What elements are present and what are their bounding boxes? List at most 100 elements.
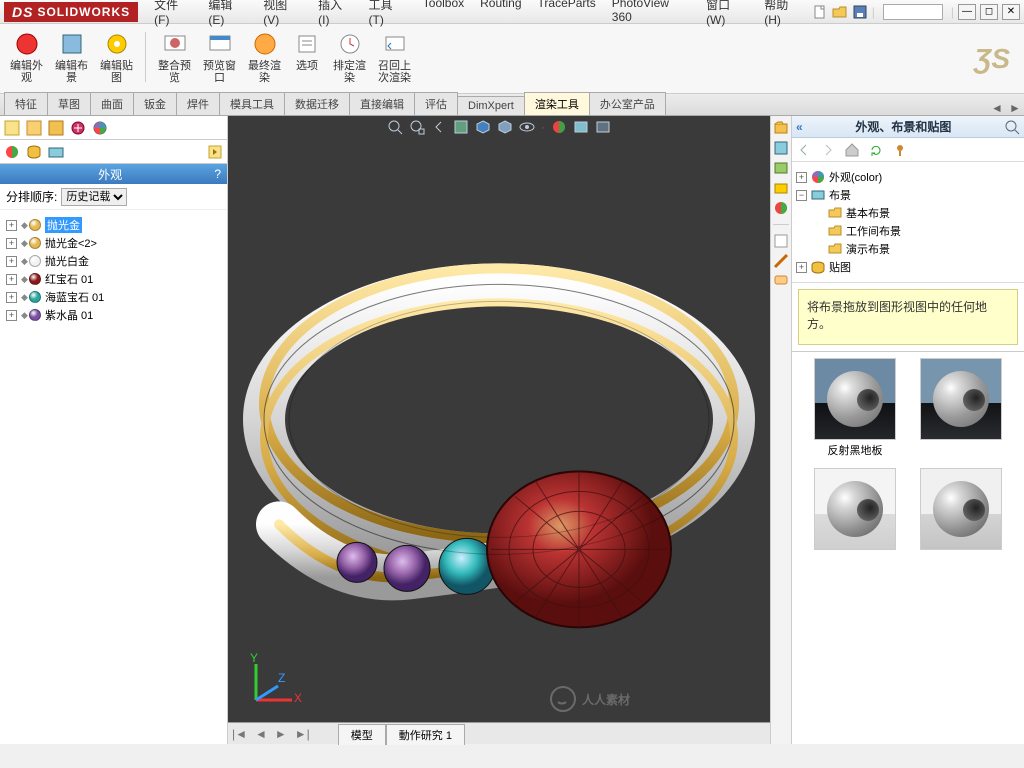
rail-appearances-icon[interactable] bbox=[773, 200, 789, 216]
expand-icon[interactable]: + bbox=[6, 256, 17, 267]
menu-help[interactable]: 帮助(H) bbox=[756, 0, 812, 29]
tab-sheetmetal[interactable]: 钣金 bbox=[133, 92, 177, 115]
view-orient-icon[interactable] bbox=[475, 119, 491, 135]
cmd-edit-scene[interactable]: 编辑布 景 bbox=[49, 28, 94, 86]
material-item[interactable]: + ◆ 抛光金 bbox=[4, 216, 223, 234]
sort-select[interactable]: 历史记载 bbox=[61, 188, 127, 206]
tab-directedit[interactable]: 直接编辑 bbox=[349, 92, 415, 115]
featuremanager-icon[interactable] bbox=[4, 120, 20, 136]
thumb-scene-2[interactable] bbox=[917, 358, 1005, 458]
rail-custom-icon[interactable] bbox=[773, 233, 789, 249]
bottom-nav-first[interactable]: |◄ bbox=[228, 727, 251, 741]
zoom-area-icon[interactable] bbox=[409, 119, 425, 135]
bottom-tab-motion[interactable]: 動作研究 1 bbox=[386, 724, 465, 745]
material-item[interactable]: + ◆ 抛光金<2> bbox=[4, 234, 223, 252]
zoom-fit-icon[interactable] bbox=[387, 119, 403, 135]
display-style-icon[interactable] bbox=[497, 119, 513, 135]
rail-fileexplorer-icon[interactable] bbox=[773, 160, 789, 176]
prev-view-icon[interactable] bbox=[431, 119, 447, 135]
rail-designlib-icon[interactable] bbox=[773, 140, 789, 156]
tab-scroll-left[interactable]: ◄ bbox=[988, 101, 1006, 115]
nav-home-icon[interactable] bbox=[844, 142, 860, 158]
help-icon[interactable]: ? bbox=[214, 167, 221, 181]
material-item[interactable]: + ◆ 抛光白金 bbox=[4, 252, 223, 270]
tab-moldtools[interactable]: 模具工具 bbox=[219, 92, 285, 115]
menu-view[interactable]: 视图(V) bbox=[255, 0, 310, 29]
expand-icon[interactable]: + bbox=[6, 292, 17, 303]
apply-scene-icon[interactable] bbox=[573, 119, 589, 135]
bottom-tab-model[interactable]: 模型 bbox=[338, 724, 386, 745]
menu-tools[interactable]: 工具(T) bbox=[361, 0, 415, 29]
material-item[interactable]: + ◆ 紫水晶 01 bbox=[4, 306, 223, 324]
taskpane-collapse-icon[interactable]: « bbox=[796, 120, 803, 134]
tree-scene-basic[interactable]: 基本布景 bbox=[828, 204, 1020, 222]
cmd-options[interactable]: 选项 bbox=[287, 28, 327, 74]
tree-scene-studio[interactable]: 工作间布景 bbox=[828, 222, 1020, 240]
bottom-nav-last[interactable]: ►| bbox=[291, 727, 314, 741]
expand-icon[interactable]: + bbox=[6, 274, 17, 285]
tab-rendertools[interactable]: 渲染工具 bbox=[524, 92, 590, 115]
section-view-icon[interactable] bbox=[453, 119, 469, 135]
menu-toolbox[interactable]: Toolbox bbox=[415, 0, 472, 29]
appearance-sphere-icon[interactable] bbox=[4, 144, 20, 160]
menu-traceparts[interactable]: TraceParts bbox=[530, 0, 604, 29]
tab-datamigration[interactable]: 数据迁移 bbox=[284, 92, 350, 115]
hide-show-icon[interactable] bbox=[519, 119, 535, 135]
refresh-icon[interactable] bbox=[868, 142, 884, 158]
pin-icon[interactable] bbox=[892, 142, 908, 158]
nav-fwd-icon[interactable] bbox=[820, 142, 836, 158]
help-search-input[interactable] bbox=[883, 4, 943, 20]
tree-scene-root[interactable]: − 布景 bbox=[796, 186, 1020, 204]
menu-photoview[interactable]: PhotoView 360 bbox=[604, 0, 698, 29]
close-button[interactable]: ✕ bbox=[1002, 4, 1020, 20]
rail-resources-icon[interactable] bbox=[773, 120, 789, 136]
minimize-button[interactable]: — bbox=[958, 4, 976, 20]
configmanager-icon[interactable] bbox=[48, 120, 64, 136]
thumb-scene-4[interactable] bbox=[917, 468, 1005, 552]
tree-appearance-root[interactable]: + 外观(color) bbox=[796, 168, 1020, 186]
cmd-edit-decal[interactable]: 编辑贴 图 bbox=[94, 28, 139, 86]
nav-back-icon[interactable] bbox=[796, 142, 812, 158]
cmd-edit-appearance[interactable]: 编辑外 观 bbox=[4, 28, 49, 86]
tab-evaluate[interactable]: 评估 bbox=[414, 92, 458, 115]
menu-insert[interactable]: 插入(I) bbox=[310, 0, 360, 29]
propertymanager-icon[interactable] bbox=[26, 120, 42, 136]
tab-office[interactable]: 办公室产品 bbox=[589, 92, 666, 115]
tree-decal-root[interactable]: + 贴图 bbox=[796, 258, 1020, 276]
tab-surfaces[interactable]: 曲面 bbox=[90, 92, 134, 115]
panel-expand-icon[interactable] bbox=[207, 144, 223, 160]
decal-db-icon[interactable] bbox=[26, 144, 42, 160]
tab-dimxpert[interactable]: DimXpert bbox=[457, 96, 525, 115]
tree-scene-present[interactable]: 演示布景 bbox=[828, 240, 1020, 258]
cmd-final-render[interactable]: 最终渲 染 bbox=[242, 28, 287, 86]
rail-viewpalette-icon[interactable] bbox=[773, 180, 789, 196]
new-doc-icon[interactable] bbox=[812, 4, 828, 20]
tab-features[interactable]: 特征 bbox=[4, 92, 48, 115]
rail-forum-icon[interactable] bbox=[773, 273, 789, 289]
bottom-nav-prev[interactable]: ◄ bbox=[251, 727, 271, 741]
cmd-integrated-preview[interactable]: 整合预 览 bbox=[152, 28, 197, 86]
tab-sketch[interactable]: 草图 bbox=[47, 92, 91, 115]
tab-weldments[interactable]: 焊件 bbox=[176, 92, 220, 115]
view-settings-icon[interactable] bbox=[595, 119, 611, 135]
cmd-recall-render[interactable]: 召回上 次渲染 bbox=[372, 28, 417, 86]
expand-icon[interactable]: + bbox=[6, 220, 17, 231]
dimxpert-icon[interactable] bbox=[70, 120, 86, 136]
thumb-reflective-black[interactable]: 反射黑地板 bbox=[811, 358, 899, 458]
maximize-button[interactable]: ◻ bbox=[980, 4, 998, 20]
open-doc-icon[interactable] bbox=[832, 4, 848, 20]
rail-measure-icon[interactable] bbox=[773, 253, 789, 269]
menu-edit[interactable]: 编辑(E) bbox=[200, 0, 255, 29]
menu-routing[interactable]: Routing bbox=[472, 0, 529, 29]
save-icon[interactable] bbox=[852, 4, 868, 20]
thumb-scene-3[interactable] bbox=[811, 468, 899, 552]
search-icon[interactable] bbox=[1004, 119, 1020, 135]
appearance-icon[interactable] bbox=[551, 119, 567, 135]
menu-file[interactable]: 文件(F) bbox=[146, 0, 200, 29]
menu-window[interactable]: 窗口(W) bbox=[698, 0, 756, 29]
material-item[interactable]: + ◆ 海蓝宝石 01 bbox=[4, 288, 223, 306]
cmd-schedule-render[interactable]: 排定渲 染 bbox=[327, 28, 372, 86]
displaymanager-icon[interactable] bbox=[92, 120, 108, 136]
bottom-nav-next[interactable]: ► bbox=[271, 727, 291, 741]
cmd-preview-window[interactable]: 预览窗 口 bbox=[197, 28, 242, 86]
